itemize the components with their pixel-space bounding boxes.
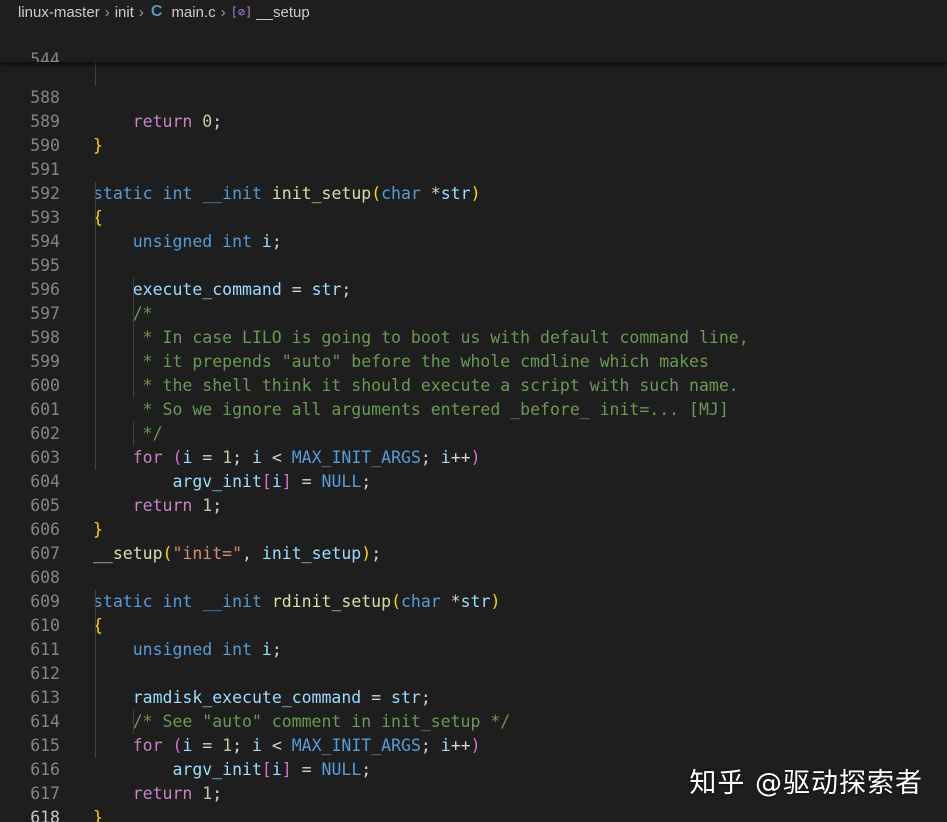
code-line[interactable]: 606 __setup("init=", init_setup);	[0, 494, 947, 563]
code-line[interactable]: 592 {	[0, 158, 947, 227]
code-line[interactable]: 619	[0, 806, 947, 822]
code-line[interactable]: 599 * the shell think it should execute …	[0, 326, 947, 395]
code-line[interactable]: 614 for (i = 1; i < MAX_INIT_ARGS; i++)	[0, 686, 947, 755]
chevron-right-icon: ›	[138, 3, 144, 21]
code-line[interactable]: 608 static int __init rdinit_setup(char …	[0, 542, 947, 611]
code-line[interactable]: 602 for (i = 1; i < MAX_INIT_ARGS; i++)	[0, 398, 947, 467]
code-line[interactable]: 595 execute_command = str;	[0, 230, 947, 299]
code-line[interactable]: 615 argv_init[i] = NULL;	[0, 710, 947, 779]
code-line[interactable]: 611	[0, 614, 947, 659]
code-line[interactable]: 590	[0, 110, 947, 155]
indent-guide	[95, 62, 96, 86]
c-file-icon: C	[150, 3, 163, 20]
code-line[interactable]: 596 /*	[0, 254, 947, 323]
code-line[interactable]: 609 {	[0, 566, 947, 635]
chevron-right-icon: ›	[104, 3, 110, 21]
code-line[interactable]: 600 * So we ignore all arguments entered…	[0, 350, 947, 419]
code-line[interactable]: 601 */	[0, 374, 947, 443]
code-line[interactable]: 597 * In case LILO is going to boot us w…	[0, 278, 947, 347]
code-line[interactable]: 607	[0, 518, 947, 563]
code-line[interactable]: 610 unsigned int i;	[0, 590, 947, 659]
sticky-partial-line: 577 } else {	[0, 38, 947, 62]
code-line[interactable]: 591 static int __init init_setup(char *s…	[0, 134, 947, 203]
indent-guide	[133, 710, 134, 734]
sticky-scroll-header[interactable]: 544 const char *unused, void *arg) 577 }…	[0, 24, 947, 62]
indent-guide	[95, 182, 96, 470]
indent-guide	[133, 422, 134, 446]
code-line[interactable]: 604 return 1;	[0, 446, 947, 515]
code-line[interactable]: 588 return 0;	[0, 62, 947, 131]
breadcrumb: linux-master › init › C main.c › [⊘] __s…	[0, 0, 947, 24]
code-line[interactable]: 594	[0, 206, 947, 251]
breadcrumb-file[interactable]: main.c	[171, 4, 215, 21]
breadcrumb-folder[interactable]: init	[115, 4, 134, 21]
code-line[interactable]: 589 }	[0, 86, 947, 155]
code-editor[interactable]: 588 return 0; 589 } 590 591 static int _…	[0, 62, 947, 822]
indent-guide	[133, 278, 134, 398]
breadcrumb-symbol[interactable]: __setup	[256, 4, 309, 21]
code-line[interactable]: 593 unsigned int i;	[0, 182, 947, 251]
code-line[interactable]: 616 return 1;	[0, 734, 947, 803]
code-line[interactable]: 612 ramdisk_execute_command = str;	[0, 638, 947, 707]
code-line[interactable]: 603 argv_init[i] = NULL;	[0, 422, 947, 491]
chevron-right-icon: ›	[220, 3, 226, 21]
watermark: 知乎 @驱动探索者	[689, 768, 923, 799]
symbol-variable-icon: [⊘]	[230, 5, 253, 19]
indent-guide	[95, 590, 96, 758]
code-line[interactable]: 598 * it prepends "auto" before the whol…	[0, 302, 947, 371]
breadcrumb-root[interactable]: linux-master	[18, 4, 100, 21]
code-line[interactable]: 605 }	[0, 470, 947, 539]
code-line[interactable]: 613 /* See "auto" comment in init_setup …	[0, 662, 947, 731]
